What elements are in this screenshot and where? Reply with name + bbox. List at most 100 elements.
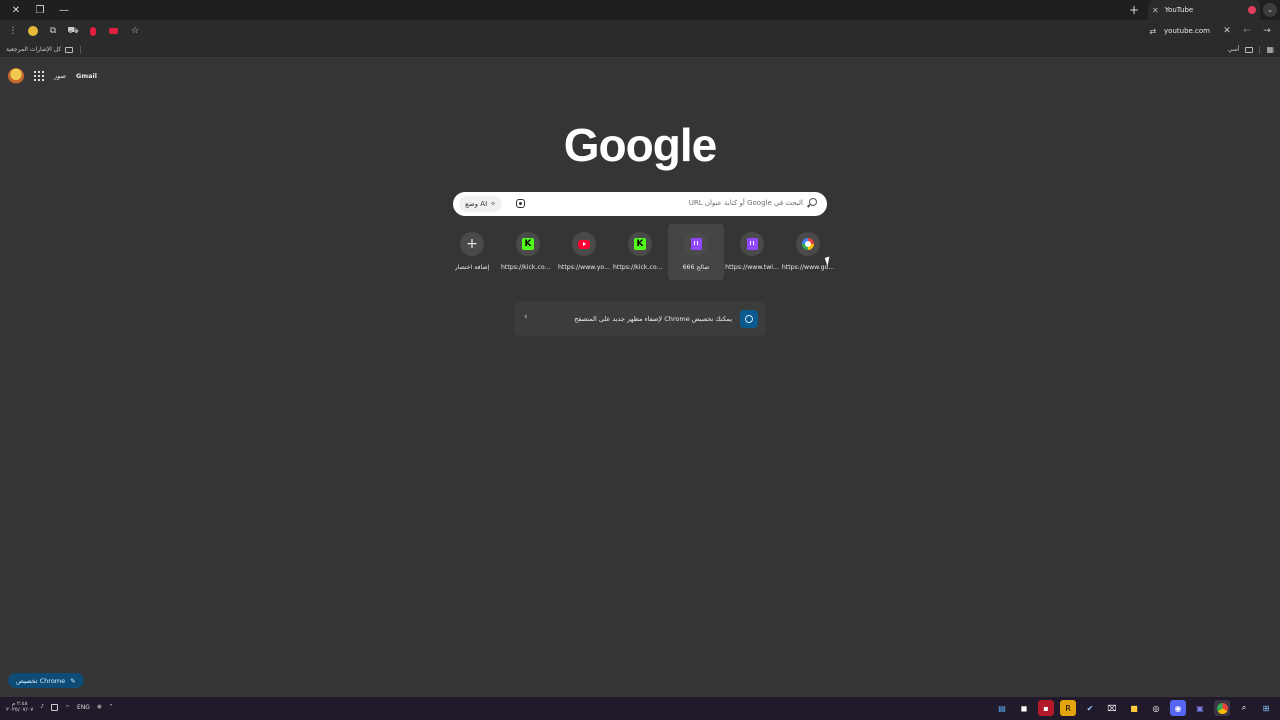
- images-link[interactable]: صور: [54, 72, 66, 80]
- microphone-icon[interactable]: [537, 198, 543, 210]
- clock-date: ٢٠٢٥/٠٧/٠٧: [6, 707, 34, 713]
- shortcut-tile[interactable]: صالح 666: [668, 224, 724, 280]
- file-explorer-app-icon[interactable]: ■: [1126, 700, 1142, 716]
- kick-icon: K: [634, 238, 646, 250]
- bookmarks-right: أسي ▦: [1228, 45, 1274, 54]
- steam-app-icon[interactable]: ✔: [1082, 700, 1098, 716]
- google-apps-icon[interactable]: [34, 71, 44, 81]
- tab-youtube[interactable]: ✕ YouTube: [1148, 0, 1260, 20]
- notification-bell-icon[interactable]: ♪: [40, 704, 44, 710]
- menu-kebab-icon[interactable]: ⋮: [4, 22, 22, 40]
- shortcut-tile[interactable]: https://www.go...: [780, 224, 836, 280]
- taskbar-apps: ▤ ◼ ▪ R ✔ ⌧ ■ ◎ ◉ ▣ ⌕ ⊞: [994, 700, 1274, 716]
- all-bookmarks-label: كل الإشارات المرجعية: [6, 46, 62, 53]
- customize-chrome-button[interactable]: تخصيص Chrome ✎: [8, 673, 84, 688]
- shortcut-label: https://kick.com...: [501, 264, 555, 271]
- title-bar: ✕ ❐ — + ✕ YouTube ⌄: [0, 0, 1280, 20]
- microphone-tray-icon[interactable]: ●: [97, 704, 102, 710]
- extension-youtube-icon[interactable]: [104, 22, 122, 40]
- tab-search-chevron-icon[interactable]: ⌄: [1263, 3, 1277, 17]
- browser-toolbar: ⋮ ⧉ ⛟ ☆ ⇄ youtube.com ✕ ← →: [0, 20, 1280, 42]
- palette-icon: [740, 310, 758, 328]
- rockstar-app-icon[interactable]: R: [1060, 700, 1076, 716]
- google-logo: Google: [563, 119, 717, 171]
- language-indicator[interactable]: ENG: [77, 704, 90, 711]
- teams-app-icon[interactable]: ▣: [1192, 700, 1208, 716]
- folder-icon: [65, 46, 74, 53]
- omnibox[interactable]: ⇄ youtube.com: [146, 22, 1216, 40]
- xbox-app-icon[interactable]: ⌧: [1104, 700, 1120, 716]
- taskbar: ٢:٤٨ م ٢٠٢٥/٠٧/٠٧ ♪ ⌔ ENG ● ⌃ ▤ ◼ ▪ R ✔ …: [0, 697, 1280, 720]
- gmail-link[interactable]: Gmail: [76, 72, 97, 80]
- profile-avatar-icon[interactable]: [24, 22, 42, 40]
- bookmarks-divider: [80, 45, 81, 54]
- tab-favicon-icon: [1248, 6, 1256, 14]
- shortcut-label: https://www.twi...: [725, 264, 779, 271]
- shortcut-label: إضافة اختصار: [454, 264, 490, 271]
- notepad-app-icon[interactable]: ▤: [994, 700, 1010, 716]
- bookmarks-divider: [1259, 45, 1261, 54]
- youtube-icon: [578, 239, 590, 249]
- shortcut-label: صالح 666: [682, 264, 710, 271]
- close-tab-icon[interactable]: ✕: [1152, 6, 1159, 15]
- system-tray: ٢:٤٨ م ٢٠٢٥/٠٧/٠٧ ♪ ⌔ ENG ● ⌃: [6, 701, 113, 713]
- bookmark-folder-label[interactable]: أسي: [1228, 46, 1240, 53]
- wifi-icon[interactable]: ⌔: [65, 704, 70, 711]
- customize-chrome-label: تخصيص Chrome: [16, 676, 66, 685]
- stop-icon[interactable]: ✕: [1218, 22, 1236, 40]
- new-tab-button[interactable]: +: [1124, 0, 1144, 20]
- plus-icon: +: [460, 232, 484, 256]
- extensions-puzzle-icon[interactable]: ⧉: [44, 22, 62, 40]
- shortcut-add[interactable]: + إضافة اختصار: [444, 224, 500, 280]
- shortcut-label: https://kick.com...: [613, 264, 667, 271]
- shortcut-tile[interactable]: K https://kick.com...: [612, 224, 668, 280]
- discord-app-icon[interactable]: ◉: [1170, 700, 1186, 716]
- chevron-up-icon[interactable]: ⌃: [109, 704, 114, 710]
- nav-buttons: ✕ ← →: [1218, 22, 1276, 40]
- minimize-window-button[interactable]: —: [52, 0, 76, 20]
- shortcut-tile[interactable]: https://www.yo...: [556, 224, 612, 280]
- search-app-icon[interactable]: ⌕: [1236, 700, 1252, 716]
- pencil-icon: ✎: [70, 676, 76, 685]
- shortcuts-grid: + إضافة اختصار K https://kick.com... htt…: [444, 224, 836, 280]
- bookmarks-bar: كل الإشارات المرجعية أسي ▦: [0, 42, 1280, 58]
- ntp-header: صور Gmail: [8, 68, 97, 84]
- epic-games-app-icon[interactable]: ◼: [1016, 700, 1032, 716]
- chrome-app-icon[interactable]: [1214, 700, 1230, 716]
- twitch-icon: [746, 238, 758, 250]
- account-avatar[interactable]: [8, 68, 24, 84]
- back-arrow-icon[interactable]: →: [1258, 22, 1276, 40]
- ai-mode-label: وضع AI: [465, 200, 488, 208]
- start-windows-icon[interactable]: ⊞: [1258, 700, 1274, 716]
- site-settings-icon[interactable]: ⇄: [1149, 27, 1156, 36]
- shortcut-label: https://www.yo...: [558, 264, 610, 271]
- restore-window-button[interactable]: ❐: [28, 0, 52, 20]
- clock[interactable]: ٢:٤٨ م ٢٠٢٥/٠٧/٠٧: [6, 701, 33, 713]
- google-icon: [802, 238, 814, 250]
- promo-text: يمكنك تخصيص Chrome لإضفاء مظهر جديد على …: [574, 315, 732, 323]
- extension-red-icon[interactable]: [84, 22, 102, 40]
- tab-strip: + ✕ YouTube ⌄: [1124, 0, 1280, 20]
- apps-grid-icon[interactable]: ▦: [1266, 45, 1274, 54]
- window-controls: ✕ ❐ —: [0, 0, 76, 20]
- bookmark-star-icon[interactable]: ☆: [126, 22, 144, 40]
- search-input[interactable]: البحث في Google أو كتابة عنوان URL: [689, 199, 803, 207]
- chevron-left-icon[interactable]: ‹: [524, 312, 528, 322]
- app-red-icon[interactable]: ▪: [1038, 700, 1054, 716]
- forward-arrow-icon[interactable]: ←: [1238, 22, 1256, 40]
- search-box[interactable]: البحث في Google أو كتابة عنوان URL وضع A…: [453, 192, 827, 216]
- shortcut-tile[interactable]: https://www.twi...: [724, 224, 780, 280]
- ai-mode-button[interactable]: وضع AI ✧: [459, 196, 503, 212]
- customize-promo[interactable]: يمكنك تخصيص Chrome لإضفاء مظهر جديد على …: [514, 302, 766, 336]
- search-icon: [809, 198, 817, 206]
- google-lens-icon[interactable]: [516, 199, 525, 208]
- app-circle-icon[interactable]: ◎: [1148, 700, 1164, 716]
- extension-car-icon[interactable]: ⛟: [64, 22, 82, 40]
- shortcut-tile[interactable]: K https://kick.com...: [500, 224, 556, 280]
- folder-icon: [1245, 46, 1254, 53]
- close-window-button[interactable]: ✕: [4, 0, 28, 20]
- all-bookmarks-item[interactable]: كل الإشارات المرجعية: [6, 46, 74, 53]
- display-icon[interactable]: [50, 703, 58, 711]
- twitch-icon: [690, 238, 702, 250]
- omnibox-url[interactable]: youtube.com: [1164, 27, 1210, 35]
